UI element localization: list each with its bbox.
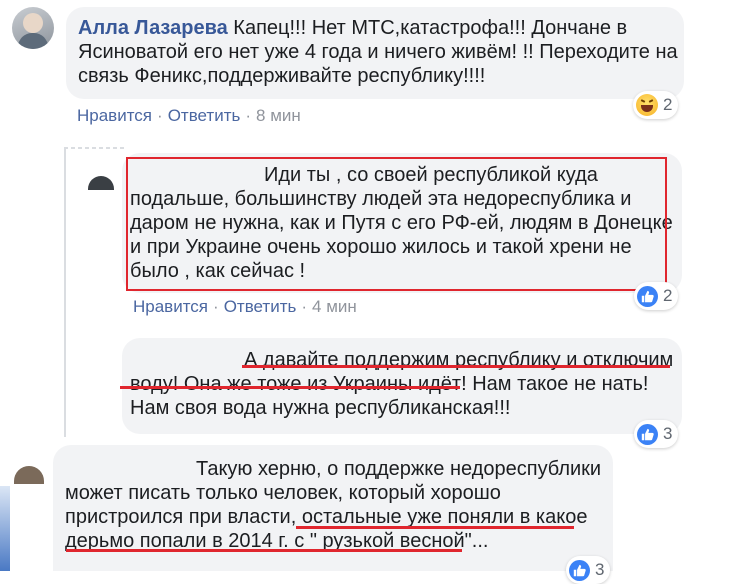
reaction-count: 3 — [595, 560, 605, 579]
reaction-count: 2 — [663, 286, 673, 305]
reaction-badge[interactable]: 2 — [633, 91, 679, 119]
thread-line-top — [64, 147, 126, 149]
comment-text: Такую херню, о поддержке недореспублики — [196, 458, 602, 480]
like-icon — [637, 285, 658, 307]
annotation-underline — [296, 526, 574, 529]
annotation-underline — [120, 386, 460, 389]
page-edge-fragment — [0, 486, 10, 571]
avatar[interactable] — [14, 466, 44, 484]
avatar[interactable] — [12, 7, 54, 49]
reaction-badge[interactable]: 2 — [634, 282, 679, 310]
annotation-box — [126, 157, 667, 291]
annotation-underline — [66, 549, 462, 552]
reaction-count: 3 — [663, 424, 673, 443]
haha-icon — [636, 94, 658, 116]
comment-text: Ясиноватой его нет уже 4 года и ничего ж… — [78, 41, 678, 63]
timestamp[interactable]: 4 мин — [312, 297, 357, 316]
avatar[interactable] — [88, 176, 114, 190]
comment-text: "... — [464, 530, 489, 552]
like-icon — [569, 559, 590, 581]
like-link[interactable]: Нравится — [77, 106, 152, 125]
comment-actions: Нравится · Ответить · 8 мин — [77, 106, 301, 125]
reply-text: А давайте поддержим республику и отключи… — [244, 349, 674, 371]
thread-line — [64, 147, 66, 437]
comment-bubble: Алла Лазарева Капец!!! Нет МТС,катастроф… — [66, 7, 684, 99]
comment-text: Капец!!! Нет МТС,катастрофа!!! Дончане в — [233, 17, 628, 39]
reply-actions: Нравится · Ответить · 4 мин — [133, 297, 357, 316]
comment-text: пристроился при власти, — [65, 506, 302, 528]
reply-link[interactable]: Ответить — [224, 297, 297, 316]
comment-text: остальные уже поняли в какое — [301, 506, 588, 528]
reply-text: воду! Она же тоже из Украины идёт — [130, 373, 462, 395]
reaction-count: 2 — [663, 95, 673, 114]
comment-text: связь Феникс,поддерживайте республику!!!… — [78, 65, 486, 87]
reaction-badge[interactable]: 3 — [566, 556, 611, 584]
like-link[interactable]: Нравится — [133, 297, 208, 316]
author-name[interactable]: Алла Лазарева — [78, 17, 228, 39]
annotation-underline — [242, 365, 670, 368]
reaction-badge[interactable]: 3 — [634, 420, 679, 448]
like-icon — [637, 423, 658, 445]
reply-link[interactable]: Ответить — [168, 106, 241, 125]
timestamp[interactable]: 8 мин — [256, 106, 301, 125]
reply-text: Нам своя вода нужна республиканская!!! — [130, 397, 511, 419]
comment-text: может писать только человек, который хор… — [65, 482, 501, 504]
reply-text: ! Нам такое не нать! — [461, 373, 649, 395]
comment-bubble: Такую херню, о поддержке недореспублики … — [53, 445, 613, 571]
